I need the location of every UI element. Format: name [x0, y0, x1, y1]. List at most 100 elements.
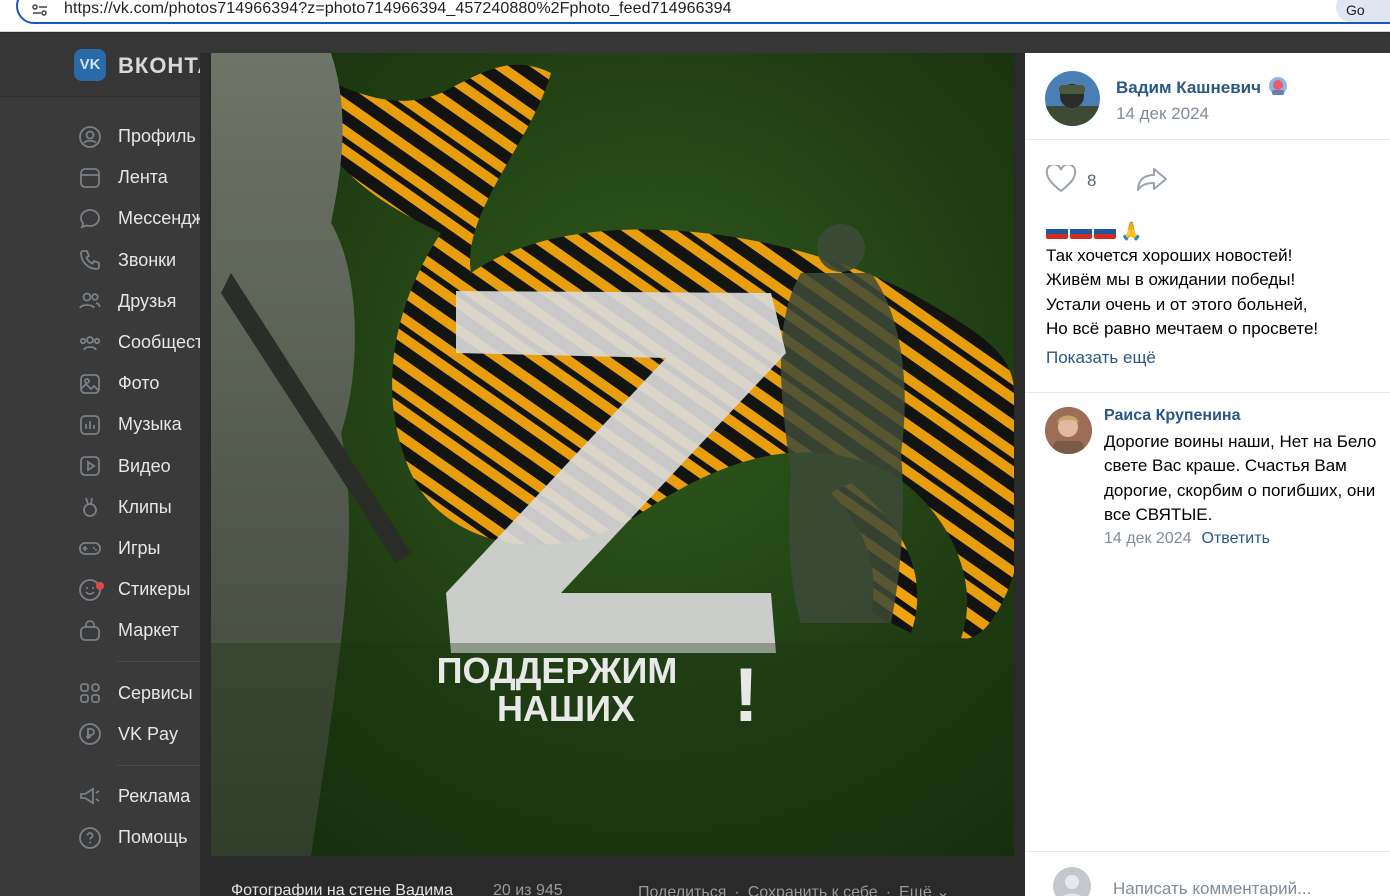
- google-lens-button[interactable]: Go: [1336, 0, 1390, 22]
- sidebar-item-clips[interactable]: Клипы: [78, 487, 208, 528]
- photo-caption-line2: НАШИХ: [497, 688, 635, 729]
- sidebar-item-video[interactable]: Видео: [78, 446, 208, 487]
- russia-flag-icon: [1070, 223, 1092, 239]
- post-date[interactable]: 14 дек 2024: [1116, 104, 1209, 124]
- photo-viewer: ПОДДЕРЖИМ НАШИХ ! Фотографии на стене Ва…: [200, 53, 1025, 896]
- sidebar-item-profile[interactable]: Профиль: [78, 116, 208, 157]
- sidebar-divider: [118, 764, 208, 766]
- ads-icon: [78, 784, 102, 808]
- sidebar-item-ads[interactable]: Реклама: [78, 776, 208, 817]
- notification-dot: [96, 581, 104, 590]
- profile-icon: [78, 125, 102, 149]
- sidebar-item-label: Лента: [118, 167, 168, 188]
- sidebar-item-games[interactable]: Игры: [78, 528, 208, 569]
- comment-author[interactable]: Раиса Крупенина: [1104, 407, 1240, 425]
- russia-flag-icon: [1094, 223, 1116, 239]
- sidebar-item-music[interactable]: Музыка: [78, 404, 208, 445]
- vkpay-icon: [78, 722, 102, 746]
- post-author-block: Вадим Кашневич 14 дек 2024: [1025, 53, 1390, 140]
- avatar[interactable]: [1045, 71, 1100, 126]
- friends-icon: [78, 289, 102, 313]
- vk-logo[interactable]: VK: [74, 49, 106, 81]
- browser-toolbar: https://vk.com/photos714966394?z=photo71…: [0, 0, 1390, 32]
- sidebar-item-label: Реклама: [118, 785, 191, 806]
- post-text: 🙏 Так хочется хороших новостей! Живём мы…: [1046, 218, 1376, 341]
- comment-text-line: Дорогие воины наши, Нет на Бело: [1104, 432, 1377, 451]
- clips-icon: [78, 495, 102, 519]
- avatar[interactable]: [1045, 407, 1092, 454]
- sidebar-item-help[interactable]: Помощь: [78, 817, 208, 858]
- sidebar-item-label: Профиль: [118, 126, 196, 147]
- sidebar-item-services[interactable]: Сервисы: [78, 672, 208, 713]
- sidebar-item-label: Фото: [118, 373, 160, 394]
- divider: [1025, 392, 1390, 393]
- sidebar-item-label: Стикеры: [118, 579, 191, 600]
- chevron-down-icon: ⌄: [931, 884, 950, 896]
- photo-footer: Фотографии на стене Вадима 20 из 945 Под…: [200, 856, 1025, 896]
- sidebar-item-feed[interactable]: Лента: [78, 157, 208, 198]
- sidebar-item-friends[interactable]: Друзья: [78, 281, 208, 322]
- post-text-line: Так хочется хороших новостей!: [1046, 246, 1293, 265]
- address-bar[interactable]: https://vk.com/photos714966394?z=photo71…: [16, 0, 1390, 24]
- praying-hands-icon: 🙏: [1120, 221, 1143, 241]
- post-photo[interactable]: ПОДДЕРЖИМ НАШИХ !: [211, 53, 1014, 856]
- share-link[interactable]: Поделиться: [638, 884, 726, 896]
- comment-text-line: все СВЯТЫЕ.: [1104, 504, 1213, 524]
- site-info-icon[interactable]: [32, 4, 48, 18]
- sidebar-item-calls[interactable]: Звонки: [78, 240, 208, 281]
- stickers-icon: [78, 578, 104, 602]
- sidebar-item-label: Видео: [118, 455, 171, 476]
- sidebar-item-label: Музыка: [118, 414, 182, 435]
- sidebar-item-messenger[interactable]: Мессенджер: [78, 198, 224, 239]
- russia-flag-icon: [1046, 223, 1068, 239]
- feed-icon: [78, 166, 102, 190]
- photo-artwork: ПОДДЕРЖИМ НАШИХ !: [211, 53, 1014, 856]
- sidebar-item-stickers[interactable]: Стикеры: [78, 569, 208, 610]
- sidebar-item-communities[interactable]: Сообщества: [78, 322, 223, 363]
- comment-text: Дорогие воины наши, Нет на Бело свете Ва…: [1104, 430, 1390, 527]
- photo-caption-line1: ПОДДЕРЖИМ: [437, 650, 678, 691]
- avatar: [1053, 867, 1091, 896]
- sidebar-item-label: Игры: [118, 537, 161, 558]
- post-text-line: Устали очень и от этого больней,: [1046, 294, 1308, 314]
- comment-composer: Написать комментарий...: [1025, 851, 1390, 896]
- photo-counter: 20 из 945: [493, 882, 563, 896]
- comment-date[interactable]: 14 дек 2024: [1104, 530, 1192, 547]
- photo-icon: [78, 372, 102, 396]
- comment-meta: 14 дек 2024 Ответить: [1104, 530, 1270, 548]
- sidebar-item-label: Помощь: [118, 827, 188, 848]
- share-arrow-icon[interactable]: [1135, 165, 1169, 193]
- calls-icon: [78, 248, 102, 272]
- comment-input[interactable]: Написать комментарий...: [1113, 879, 1311, 896]
- sidebar-divider: [118, 661, 208, 663]
- comment-text-line: дорогие, скорбим о погибших, они: [1104, 480, 1376, 500]
- astronaut-emoji-icon: [1268, 76, 1288, 96]
- sidebar: Профиль Лента Мессенджер Звонки Друзья С…: [78, 116, 224, 858]
- album-title[interactable]: Фотографии на стене Вадима: [231, 882, 453, 896]
- sidebar-item-market[interactable]: Маркет: [78, 610, 208, 651]
- post-actions: 8: [1045, 163, 1245, 195]
- like-count: 8: [1087, 171, 1097, 190]
- save-link[interactable]: Сохранить к себе: [748, 884, 878, 896]
- show-more-link[interactable]: Показать ещё: [1046, 348, 1156, 368]
- comment-text-line: свете Вас краше. Счастья Вам: [1104, 456, 1347, 476]
- sidebar-item-photo[interactable]: Фото: [78, 363, 208, 404]
- games-icon: [78, 536, 102, 560]
- lens-label: Go: [1346, 2, 1365, 18]
- sidebar-item-label: Друзья: [118, 290, 177, 311]
- reply-link[interactable]: Ответить: [1202, 530, 1270, 547]
- like-heart-icon[interactable]: [1045, 163, 1077, 193]
- messenger-icon: [78, 207, 102, 231]
- photo-caption-mark: !: [733, 653, 758, 738]
- sidebar-item-label: Клипы: [118, 496, 172, 517]
- help-icon: [78, 826, 102, 850]
- music-icon: [78, 413, 102, 437]
- more-link[interactable]: Ещё: [899, 884, 932, 896]
- url-text[interactable]: https://vk.com/photos714966394?z=photo71…: [64, 0, 732, 18]
- sidebar-item-vkpay[interactable]: VK Pay: [78, 714, 208, 755]
- post-text-line: Но всё равно мечтаем о просвете!: [1046, 318, 1319, 338]
- photo-actions: Поделиться · Сохранить к себе · Ещё ⌄: [638, 882, 950, 896]
- post-author-name[interactable]: Вадим Кашневич: [1116, 78, 1261, 98]
- post-panel: Вадим Кашневич 14 дек 2024 8 🙏 Так хочет…: [1025, 53, 1390, 896]
- communities-icon: [78, 331, 102, 355]
